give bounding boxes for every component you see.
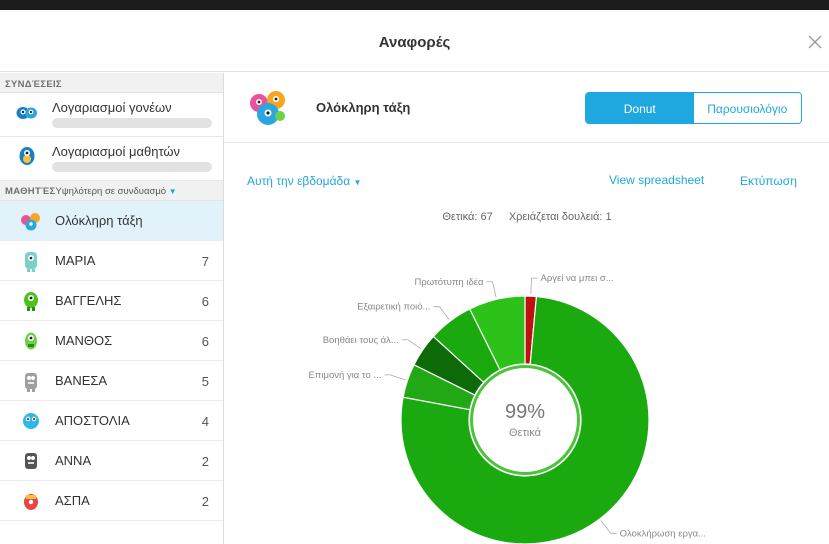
donut-center-value: 99% [505, 401, 545, 423]
slice-label: Επιμονή για το ... [308, 370, 381, 381]
student-name: ΒΑΓΓΕΛΗΣ [55, 293, 122, 308]
connections-section-title: ΣΥΝΔΈΣΕΙΣ [0, 73, 223, 93]
chart-type-toggle: Donut Παρουσιολόγιο [585, 92, 802, 124]
needs-work-value: 1 [605, 211, 612, 223]
student-name: ΜΑΡΙΑ [55, 253, 96, 268]
points-summary: Θετικά: 67 Χρειάζεται δουλειά: 1 [225, 211, 829, 223]
parent-accounts-progress [52, 118, 212, 128]
student-name: ΑΣΠΑ [55, 493, 90, 508]
slice-leader-line [600, 520, 617, 534]
student-avatar-icon [20, 330, 42, 352]
student-row[interactable]: ΑΠΟΣΤΟΛΙΑ 4 [0, 401, 223, 441]
student-score: 6 [201, 334, 209, 349]
reports-modal: Αναφορές ΣΥΝΔΈΣΕΙΣ Λογαριασμοί γονέων Λο… [0, 10, 829, 544]
donut-toggle-button[interactable]: Donut [586, 93, 694, 123]
student-row[interactable]: ΒΑΓΓΕΛΗΣ 6 [0, 281, 223, 321]
chevron-down-icon: ▼ [168, 187, 177, 196]
parents-monster-icon [16, 100, 38, 122]
student-name: ΑΠΟΣΤΟΛΙΑ [55, 413, 130, 428]
parent-accounts-label: Λογαριασμοί γονέων [52, 100, 172, 115]
class-monsters-icon [247, 86, 289, 128]
class-header: Ολόκληρη τάξη Donut Παρουσιολόγιο [225, 73, 829, 143]
slice-leader-line [530, 277, 538, 295]
print-link[interactable]: Εκτύπωση [740, 174, 797, 188]
period-label: Αυτή την εβδομάδα [247, 174, 351, 188]
view-spreadsheet-link[interactable]: View spreadsheet [609, 173, 704, 187]
positive-label: Θετικά: [442, 211, 478, 223]
donut-chart: 99% Θετικά Αργεί να μπει σ... Ολοκλήρωση ερ… [308, 273, 706, 544]
students-sort-select[interactable]: Υψηλότερη σε συνδυασμό [55, 186, 166, 197]
class-avatar-icon [20, 210, 42, 232]
student-name: ΜΑΝΘΟΣ [55, 333, 113, 348]
slice-leader-line [433, 306, 450, 320]
sidebar: ΣΥΝΔΈΣΕΙΣ Λογαριασμοί γονέων Λογαριασμοί… [0, 73, 224, 544]
positive-value: 67 [480, 211, 493, 223]
slice-leader-line [384, 374, 406, 381]
student-row[interactable]: ΑΣΠΑ 2 [0, 481, 223, 521]
slice-leader-line [486, 281, 497, 298]
report-content: Ολόκληρη τάξη Donut Παρουσιολόγιο Αυτή τ… [225, 73, 829, 544]
student-score: 5 [201, 374, 209, 389]
student-avatar-icon [20, 410, 42, 432]
slice-label: Ολοκλήρωση εργα... [620, 528, 706, 539]
student-row[interactable]: ΑΝΝΑ 2 [0, 441, 223, 481]
student-monster-icon [16, 144, 38, 166]
slice-leader-line [401, 339, 422, 350]
close-icon[interactable] [807, 34, 823, 50]
student-avatar-icon [20, 370, 42, 392]
student-accounts-progress [52, 162, 212, 172]
student-score: 2 [201, 454, 209, 469]
class-name: Ολόκληρη τάξη [316, 100, 411, 115]
student-avatar-icon [20, 290, 42, 312]
student-avatar-icon [20, 490, 42, 512]
students-sort-header[interactable]: ΜΑΘΗΤΈΣΥψηλότερη σε συνδυασμό ▼ [0, 181, 223, 201]
student-score: 2 [201, 494, 209, 509]
student-avatar-icon [20, 250, 42, 272]
student-accounts-label: Λογαριασμοί μαθητών [52, 144, 181, 159]
student-name: ΒΑΝΕΣΑ [55, 373, 108, 388]
period-dropdown[interactable]: Αυτή την εβδομάδα ▼ [247, 174, 361, 188]
students-section-title: ΜΑΘΗΤΈΣ [5, 186, 56, 197]
slice-label: Πρωτότυπη ιδέα [414, 277, 484, 288]
student-accounts-item[interactable]: Λογαριασμοί μαθητών [0, 137, 223, 181]
student-score: 7 [201, 254, 209, 269]
modal-header: Αναφορές [0, 10, 829, 72]
chevron-down-icon: ▼ [353, 178, 362, 187]
slice-label: Βοηθάει τους άλ... [323, 335, 399, 346]
student-row[interactable]: ΜΑΡΙΑ 7 [0, 241, 223, 281]
attendance-toggle-button[interactable]: Παρουσιολόγιο [693, 93, 801, 123]
student-row[interactable]: ΜΑΝΘΟΣ 6 [0, 321, 223, 361]
slice-label: Αργεί να μπει σ... [541, 273, 614, 284]
slice-label: Εξαιρετική ποιό... [357, 302, 430, 313]
whole-class-label: Ολόκληρη τάξη [55, 213, 143, 228]
student-score: 6 [201, 294, 209, 309]
student-name: ΑΝΝΑ [55, 453, 92, 468]
student-avatar-icon [20, 450, 42, 472]
donut-center-label: Θετικά [509, 427, 542, 439]
whole-class-row[interactable]: Ολόκληρη τάξη [0, 201, 223, 241]
student-score: 4 [201, 414, 209, 429]
student-row[interactable]: ΒΑΝΕΣΑ 5 [0, 361, 223, 401]
needs-work-label: Χρειάζεται δουλειά: [508, 211, 603, 223]
parent-accounts-item[interactable]: Λογαριασμοί γονέων [0, 93, 223, 137]
modal-title: Αναφορές [378, 34, 451, 51]
top-dark-bar [0, 0, 829, 10]
